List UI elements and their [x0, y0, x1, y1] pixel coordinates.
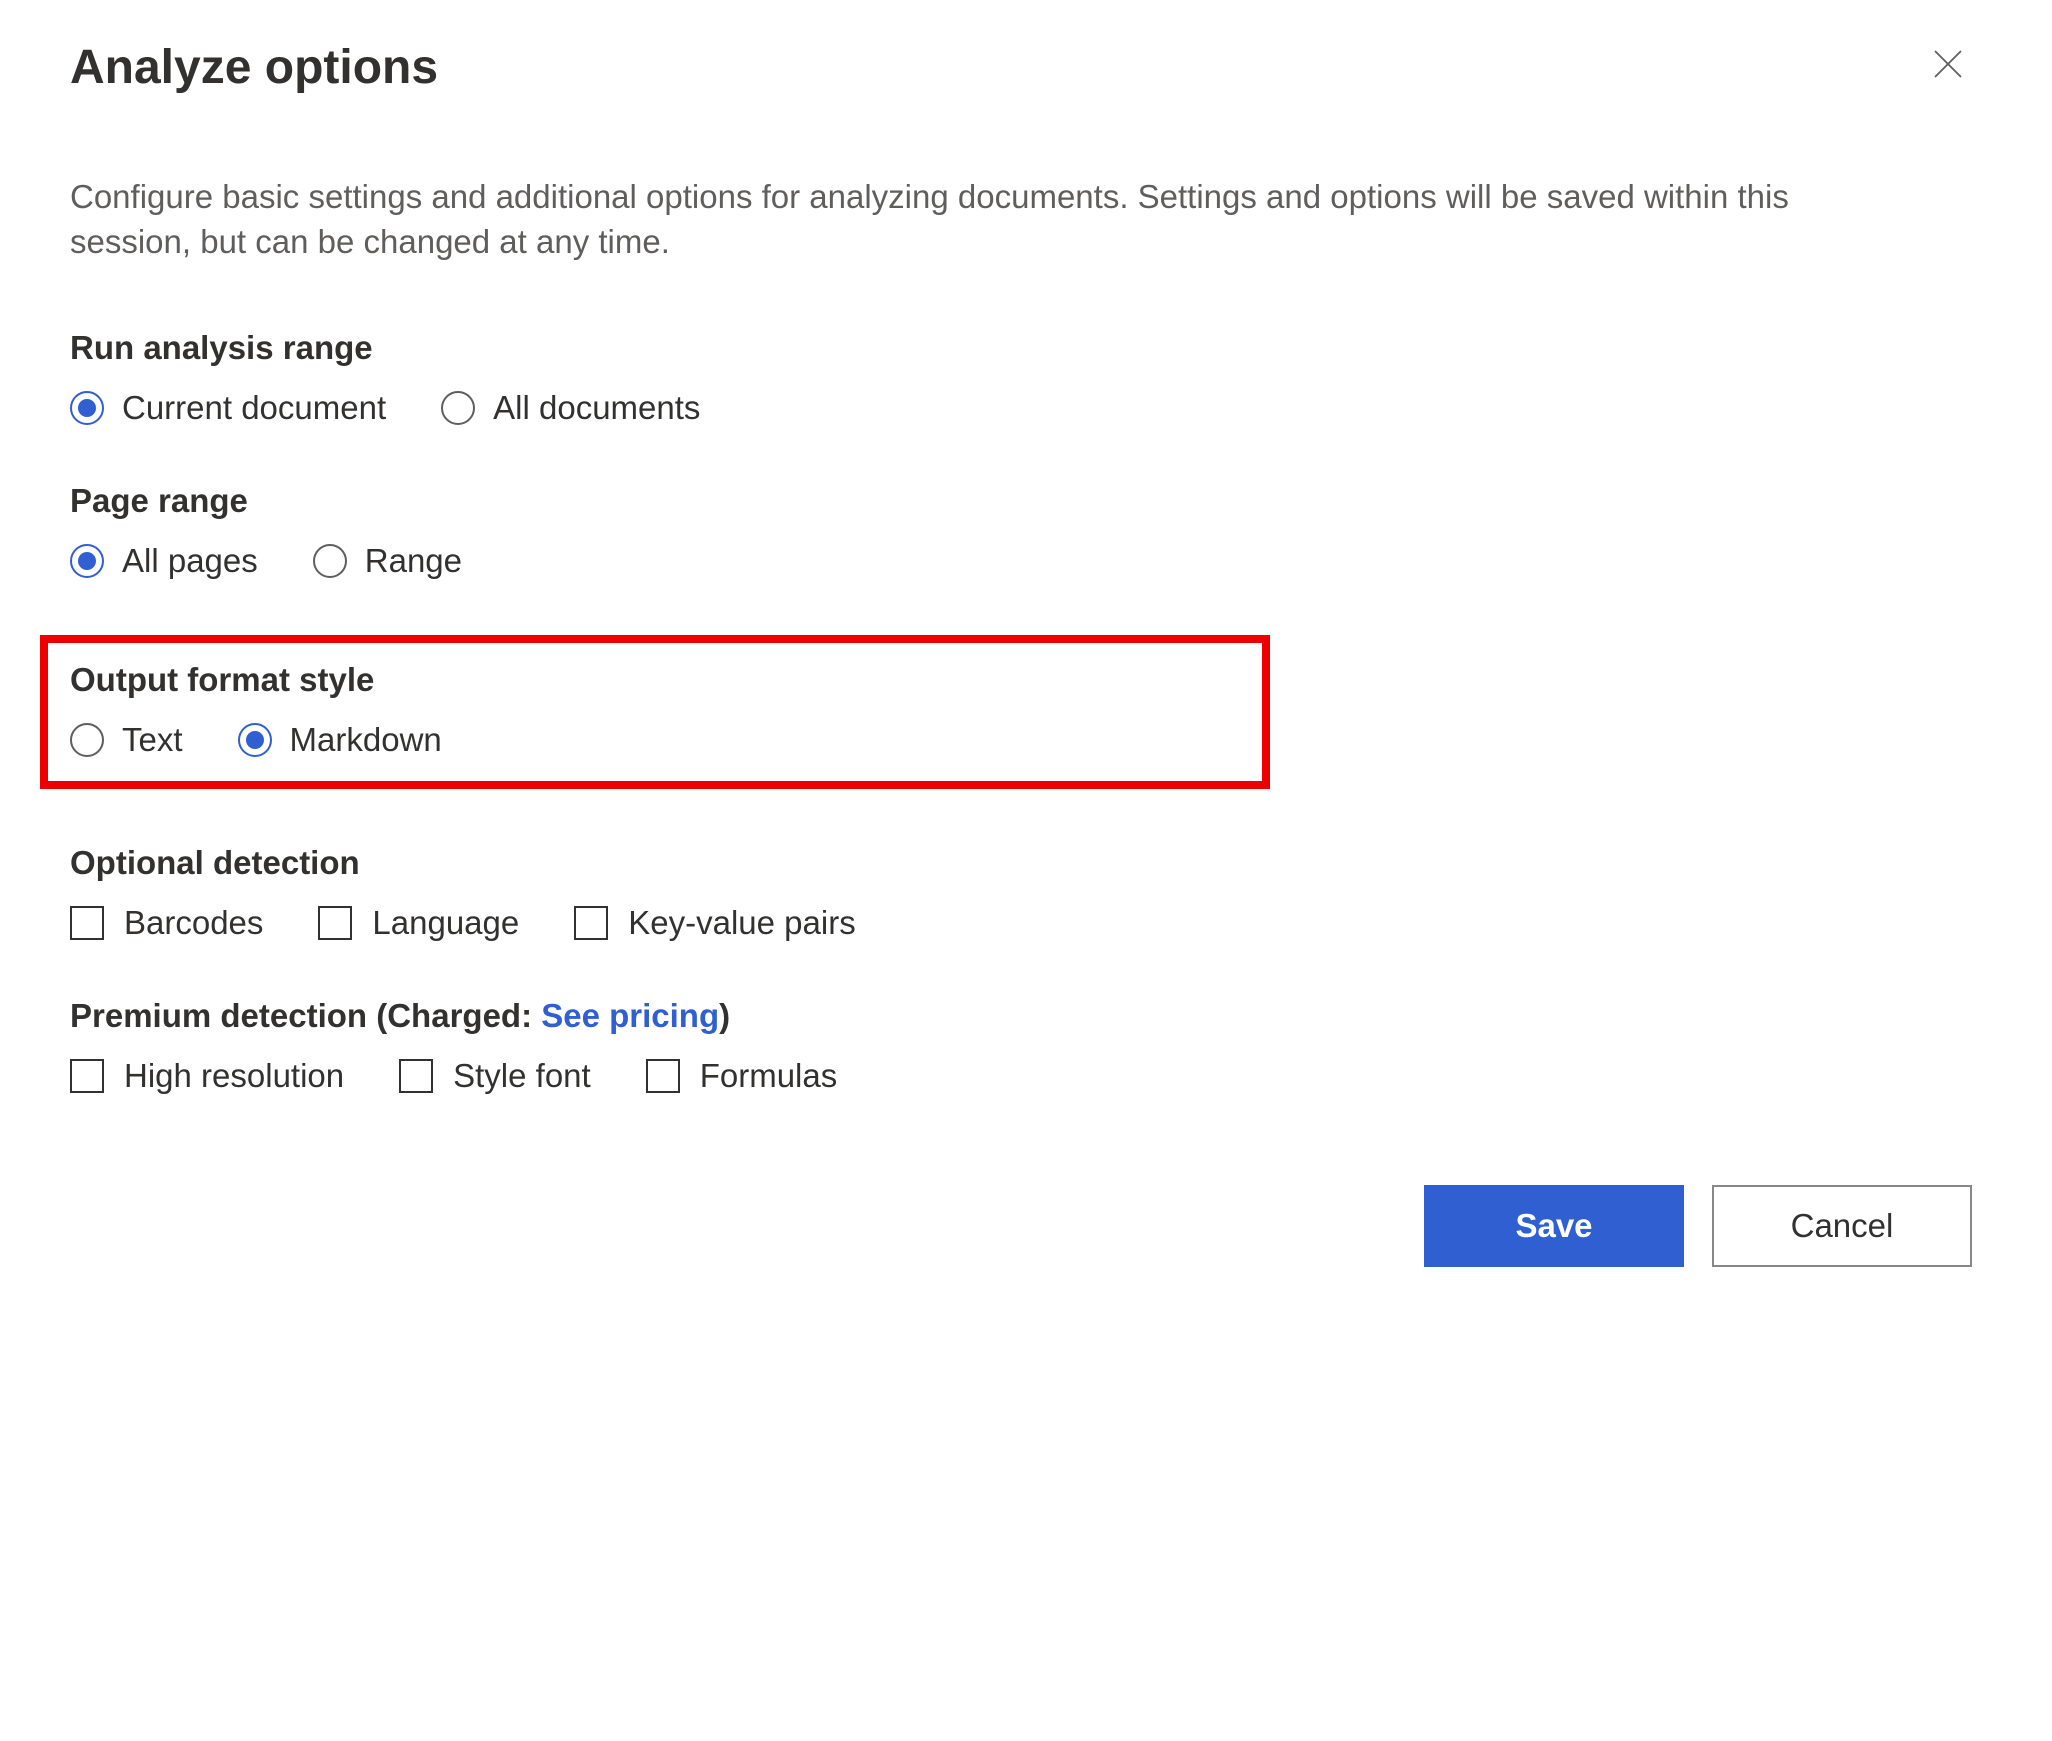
optional-detection-section: Optional detection Barcodes Language Key…: [70, 844, 1972, 942]
premium-label-suffix: ): [719, 997, 730, 1034]
page-range-label: Page range: [70, 482, 1972, 520]
checkbox-key-value-pairs[interactable]: Key-value pairs: [574, 904, 855, 942]
radio-indicator: [441, 391, 475, 425]
output-format-label: Output format style: [70, 661, 1240, 699]
output-format-options: Text Markdown: [70, 721, 1240, 759]
checkbox-language[interactable]: Language: [318, 904, 519, 942]
run-analysis-range-section: Run analysis range Current document All …: [70, 329, 1972, 427]
close-button[interactable]: [1924, 44, 1972, 92]
checkbox-indicator: [574, 906, 608, 940]
run-analysis-range-label: Run analysis range: [70, 329, 1972, 367]
radio-indicator: [313, 544, 347, 578]
optional-detection-label: Optional detection: [70, 844, 1972, 882]
close-icon: [1932, 48, 1964, 87]
checkbox-formulas[interactable]: Formulas: [646, 1057, 838, 1095]
checkbox-indicator: [646, 1059, 680, 1093]
radio-label: Current document: [122, 389, 386, 427]
radio-indicator: [70, 391, 104, 425]
premium-label-prefix: Premium detection (Charged:: [70, 997, 541, 1034]
premium-detection-section: Premium detection (Charged: See pricing)…: [70, 997, 1972, 1095]
page-range-options: All pages Range: [70, 542, 1972, 580]
checkbox-barcodes[interactable]: Barcodes: [70, 904, 263, 942]
analyze-options-dialog: Analyze options Configure basic settings…: [0, 0, 2052, 1307]
checkbox-indicator: [399, 1059, 433, 1093]
radio-range[interactable]: Range: [313, 542, 462, 580]
checkbox-label: Language: [372, 904, 519, 942]
checkbox-indicator: [70, 906, 104, 940]
radio-text[interactable]: Text: [70, 721, 183, 759]
dialog-footer: Save Cancel: [70, 1185, 1972, 1267]
checkbox-indicator: [318, 906, 352, 940]
checkbox-label: High resolution: [124, 1057, 344, 1095]
checkbox-style-font[interactable]: Style font: [399, 1057, 591, 1095]
run-analysis-range-options: Current document All documents: [70, 389, 1972, 427]
dialog-description: Configure basic settings and additional …: [70, 175, 1850, 264]
dialog-header: Analyze options: [70, 40, 1972, 95]
premium-detection-label: Premium detection (Charged: See pricing): [70, 997, 1972, 1035]
save-button[interactable]: Save: [1424, 1185, 1684, 1267]
optional-detection-options: Barcodes Language Key-value pairs: [70, 904, 1972, 942]
checkbox-label: Style font: [453, 1057, 591, 1095]
see-pricing-link[interactable]: See pricing: [541, 997, 719, 1034]
checkbox-label: Formulas: [700, 1057, 838, 1095]
output-format-highlight: Output format style Text Markdown: [40, 635, 1270, 789]
premium-detection-options: High resolution Style font Formulas: [70, 1057, 1972, 1095]
radio-indicator: [238, 723, 272, 757]
radio-label: Text: [122, 721, 183, 759]
radio-label: All documents: [493, 389, 700, 427]
checkbox-label: Key-value pairs: [628, 904, 855, 942]
output-format-section: Output format style Text Markdown: [70, 661, 1240, 759]
radio-label: Markdown: [290, 721, 442, 759]
radio-label: All pages: [122, 542, 258, 580]
checkbox-label: Barcodes: [124, 904, 263, 942]
radio-label: Range: [365, 542, 462, 580]
cancel-button[interactable]: Cancel: [1712, 1185, 1972, 1267]
radio-indicator: [70, 723, 104, 757]
page-range-section: Page range All pages Range: [70, 482, 1972, 580]
radio-current-document[interactable]: Current document: [70, 389, 386, 427]
radio-all-pages[interactable]: All pages: [70, 542, 258, 580]
radio-indicator: [70, 544, 104, 578]
dialog-title: Analyze options: [70, 40, 438, 95]
radio-markdown[interactable]: Markdown: [238, 721, 442, 759]
checkbox-high-resolution[interactable]: High resolution: [70, 1057, 344, 1095]
checkbox-indicator: [70, 1059, 104, 1093]
radio-all-documents[interactable]: All documents: [441, 389, 700, 427]
